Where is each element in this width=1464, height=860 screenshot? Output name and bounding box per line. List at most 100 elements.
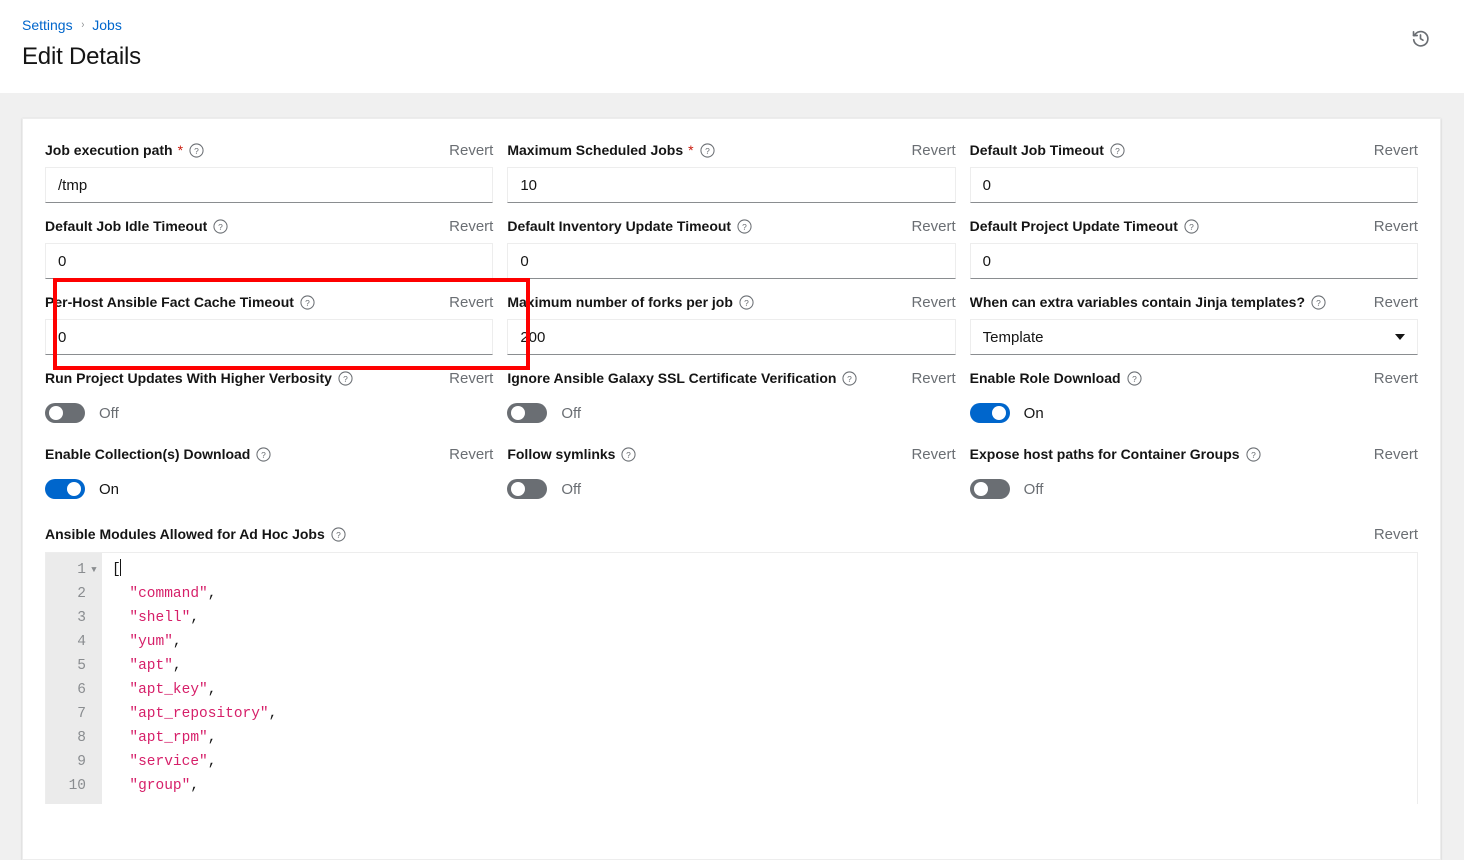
help-icon[interactable]: ? <box>1184 219 1199 234</box>
field-label: Job execution path <box>45 142 173 158</box>
jinja-templates-select[interactable] <box>970 319 1418 355</box>
help-icon[interactable]: ? <box>213 219 228 234</box>
svg-text:?: ? <box>705 145 710 155</box>
editor-line-number: 1▼ <box>56 558 98 582</box>
revert-button[interactable]: Revert <box>439 218 493 235</box>
revert-button[interactable]: Revert <box>1364 370 1418 387</box>
run-project-updates-verbosity-toggle[interactable] <box>45 403 85 423</box>
breadcrumb-item-settings[interactable]: Settings <box>22 16 73 34</box>
editor-line-number: 6▼ <box>56 678 98 702</box>
maximum-forks-per-job-input[interactable] <box>507 319 955 355</box>
per-host-ansible-fact-cache-timeout-input[interactable] <box>45 319 493 355</box>
revert-button[interactable]: Revert <box>901 370 955 387</box>
revert-button[interactable]: Revert <box>1364 142 1418 159</box>
field-ignore-galaxy-ssl-verification: Ignore Ansible Galaxy SSL Certificate Ve… <box>507 367 955 443</box>
field-default-inventory-update-timeout: Default Inventory Update Timeout ? Rever… <box>507 215 955 291</box>
field-label: Expose host paths for Container Groups <box>970 446 1240 462</box>
svg-text:?: ? <box>1132 373 1137 383</box>
help-icon[interactable]: ? <box>300 295 315 310</box>
default-job-idle-timeout-input[interactable] <box>45 243 493 279</box>
revert-button[interactable]: Revert <box>439 294 493 311</box>
help-icon[interactable]: ? <box>1311 295 1326 310</box>
toggle-knob <box>67 482 81 496</box>
help-icon[interactable]: ? <box>621 447 636 462</box>
default-inventory-update-timeout-input[interactable] <box>507 243 955 279</box>
breadcrumb-item-jobs[interactable]: Jobs <box>92 16 122 34</box>
enable-collections-download-toggle[interactable] <box>45 479 85 499</box>
history-icon[interactable] <box>1406 24 1434 52</box>
help-icon[interactable]: ? <box>700 143 715 158</box>
revert-button[interactable]: Revert <box>1364 218 1418 235</box>
job-execution-path-input[interactable] <box>45 167 493 203</box>
editor-code-line: "apt_repository", <box>112 702 1417 726</box>
revert-button[interactable]: Revert <box>901 446 955 463</box>
toggle-state-label: On <box>99 481 119 498</box>
help-icon[interactable]: ? <box>189 143 204 158</box>
revert-button[interactable]: Revert <box>901 218 955 235</box>
help-icon[interactable]: ? <box>739 295 754 310</box>
toggle-knob <box>511 482 525 496</box>
revert-button[interactable]: Revert <box>1364 294 1418 311</box>
enable-role-download-toggle[interactable] <box>970 403 1010 423</box>
field-enable-role-download: Enable Role Download ? Revert On <box>970 367 1418 443</box>
page-title: Edit Details <box>22 43 1440 71</box>
field-label: Follow symlinks <box>507 446 615 462</box>
expose-host-paths-toggle[interactable] <box>970 479 1010 499</box>
field-run-project-updates-verbosity: Run Project Updates With Higher Verbosit… <box>45 367 493 443</box>
toggle-state-label: Off <box>1024 481 1044 498</box>
revert-button[interactable]: Revert <box>1364 446 1418 463</box>
ansible-modules-code-editor[interactable]: 1▼2▼3▼4▼5▼6▼7▼8▼9▼10▼ [ "command", "shel… <box>45 552 1418 804</box>
revert-button[interactable]: Revert <box>901 142 955 159</box>
editor-code-line: "command", <box>112 582 1417 606</box>
editor-line-number: 7▼ <box>56 702 98 726</box>
help-icon[interactable]: ? <box>842 371 857 386</box>
revert-button[interactable]: Revert <box>901 294 955 311</box>
default-job-timeout-input[interactable] <box>970 167 1418 203</box>
editor-line-number: 10▼ <box>56 774 98 798</box>
breadcrumb-separator-icon: › <box>81 16 84 34</box>
editor-line-number: 5▼ <box>56 654 98 678</box>
ignore-galaxy-ssl-verification-toggle[interactable] <box>507 403 547 423</box>
fold-toggle-icon[interactable]: ▼ <box>90 558 98 582</box>
help-icon[interactable]: ? <box>1127 371 1142 386</box>
svg-text:?: ? <box>848 373 853 383</box>
field-label: Ignore Ansible Galaxy SSL Certificate Ve… <box>507 370 836 386</box>
svg-text:?: ? <box>1189 221 1194 231</box>
help-icon[interactable]: ? <box>331 527 346 542</box>
help-icon[interactable]: ? <box>256 447 271 462</box>
revert-button[interactable]: Revert <box>439 446 493 463</box>
svg-text:?: ? <box>1316 297 1321 307</box>
page-header: Settings › Jobs Edit Details <box>0 0 1464 93</box>
help-icon[interactable]: ? <box>737 219 752 234</box>
editor-code-line: "shell", <box>112 606 1417 630</box>
form-row: Default Job Idle Timeout ? Revert Defaul… <box>45 215 1418 291</box>
editor-gutter: 1▼2▼3▼4▼5▼6▼7▼8▼9▼10▼ <box>46 553 102 804</box>
editor-label: Ansible Modules Allowed for Ad Hoc Jobs <box>45 526 325 542</box>
follow-symlinks-toggle[interactable] <box>507 479 547 499</box>
required-indicator: * <box>688 142 693 158</box>
maximum-scheduled-jobs-input[interactable] <box>507 167 955 203</box>
default-project-update-timeout-input[interactable] <box>970 243 1418 279</box>
field-maximum-forks-per-job: Maximum number of forks per job ? Revert <box>507 291 955 367</box>
editor-code-line: "apt_rpm", <box>112 726 1417 750</box>
editor-code-area[interactable]: [ "command", "shell", "yum", "apt", "apt… <box>102 553 1417 804</box>
ansible-modules-section: Ansible Modules Allowed for Ad Hoc Jobs … <box>45 523 1418 804</box>
text-cursor <box>120 559 121 576</box>
svg-text:?: ? <box>218 221 223 231</box>
field-label: Per-Host Ansible Fact Cache Timeout <box>45 294 294 310</box>
help-icon[interactable]: ? <box>1246 447 1261 462</box>
field-label: Enable Collection(s) Download <box>45 446 250 462</box>
form-row: Run Project Updates With Higher Verbosit… <box>45 367 1418 443</box>
field-expose-host-paths: Expose host paths for Container Groups ?… <box>970 443 1418 519</box>
field-label: Maximum Scheduled Jobs <box>507 142 683 158</box>
revert-button[interactable]: Revert <box>1364 526 1418 543</box>
revert-button[interactable]: Revert <box>439 370 493 387</box>
svg-text:?: ? <box>343 373 348 383</box>
editor-line-number: 4▼ <box>56 630 98 654</box>
revert-button[interactable]: Revert <box>439 142 493 159</box>
help-icon[interactable]: ? <box>1110 143 1125 158</box>
form-row: Enable Collection(s) Download ? Revert O… <box>45 443 1418 519</box>
field-label: Default Inventory Update Timeout <box>507 218 731 234</box>
field-default-job-timeout: Default Job Timeout ? Revert <box>970 139 1418 215</box>
help-icon[interactable]: ? <box>338 371 353 386</box>
